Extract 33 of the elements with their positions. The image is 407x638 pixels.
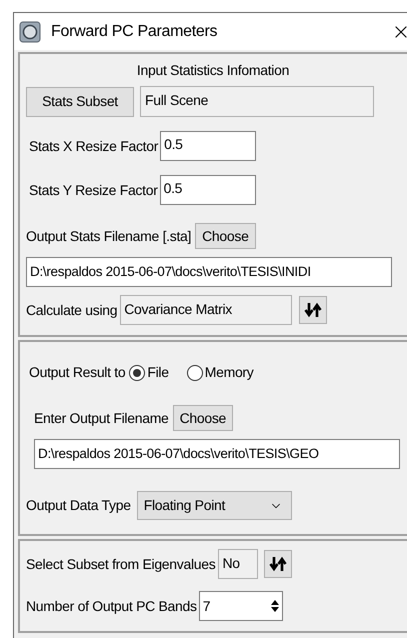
radio-option[interactable]: File bbox=[129, 362, 169, 383]
field-label: Stats X Resize Factor bbox=[29, 136, 158, 156]
spinner-arrows-icon bbox=[270, 599, 280, 613]
stats-subset-button[interactable]: Stats Subset bbox=[26, 86, 134, 116]
field-label: Output Result to bbox=[29, 363, 126, 382]
field-label: Stats Y Resize Factor bbox=[29, 180, 158, 200]
path-field[interactable]: D:\respaldos 2015-06-07\docs\verito\TESIS\GEO bbox=[34, 439, 400, 469]
field-label: Calculate using bbox=[26, 300, 118, 320]
app-icon bbox=[19, 20, 41, 42]
swap-arrows-icon bbox=[304, 302, 322, 318]
band-count-spinner[interactable]: 7 bbox=[198, 591, 283, 621]
window-title: Forward PC Parameters bbox=[51, 22, 218, 42]
radio-button[interactable] bbox=[129, 364, 146, 380]
subset-value-field: Full Scene bbox=[140, 86, 374, 117]
radio-button[interactable] bbox=[186, 364, 203, 380]
toggle-button[interactable] bbox=[299, 296, 328, 324]
toggle-button[interactable] bbox=[264, 550, 292, 578]
resize-factor-field[interactable]: 0.5 bbox=[160, 131, 256, 161]
path-field[interactable]: D:\respaldos 2015-06-07\docs\verito\TESIS\INIDI bbox=[26, 257, 392, 287]
section-heading: Input Statistics Infomation bbox=[136, 61, 290, 80]
field-label: Output Data Type bbox=[26, 496, 131, 515]
choose-button[interactable]: Choose bbox=[172, 405, 234, 431]
field-label: Output Stats Filename [.sta] bbox=[26, 226, 192, 246]
data-type-dropdown[interactable]: Floating Point bbox=[136, 491, 292, 520]
resize-factor-field[interactable]: 0.5 bbox=[160, 175, 256, 205]
field-label: Enter Output Filename bbox=[34, 408, 169, 428]
choose-button[interactable]: Choose bbox=[195, 223, 256, 249]
method-field: Covariance Matrix bbox=[120, 295, 292, 325]
swap-arrows-icon bbox=[269, 556, 288, 572]
field-label: Number of Output PC Bands bbox=[26, 596, 197, 616]
field-label: Select Subset from Eigenvalues bbox=[26, 554, 216, 574]
radio-option[interactable]: Memory bbox=[186, 362, 254, 383]
subset-value-field: No bbox=[218, 549, 258, 579]
